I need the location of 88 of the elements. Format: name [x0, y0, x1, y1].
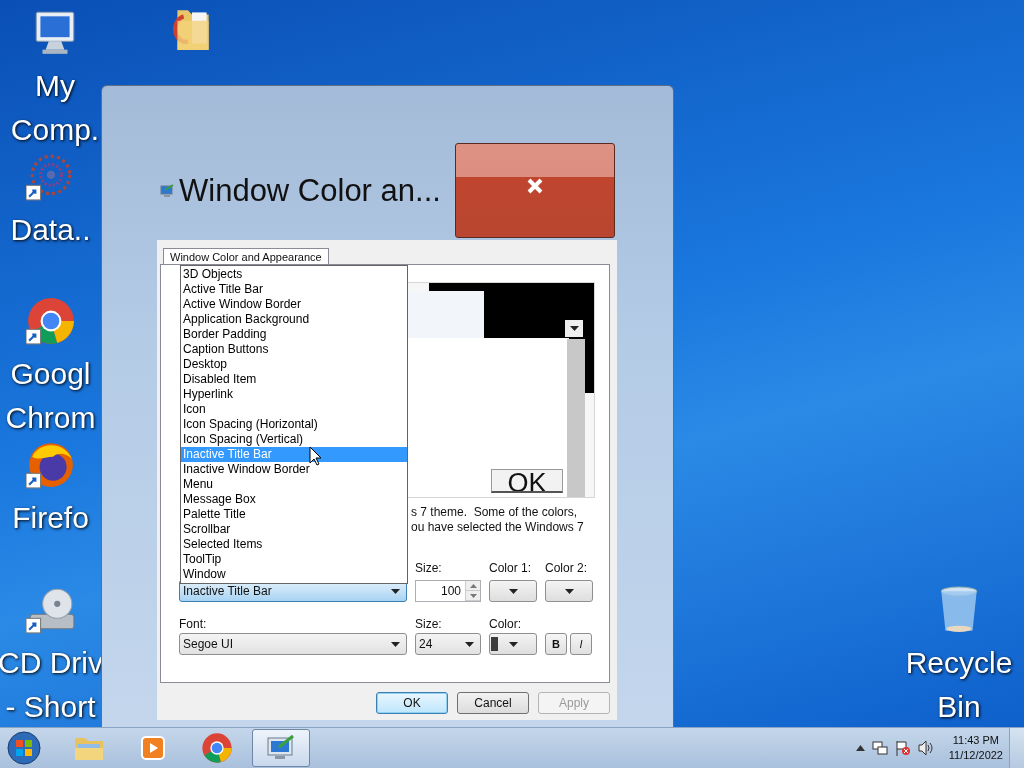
caret-icon: [391, 641, 400, 647]
dialog-button[interactable]: OK: [376, 692, 448, 714]
clock[interactable]: 11:43 PM 11/12/2022: [948, 733, 1003, 763]
dropdown-option[interactable]: 3D Objects: [181, 267, 407, 282]
dropdown-option[interactable]: Disabled Item: [181, 372, 407, 387]
font-dropdown[interactable]: Segoe UI: [179, 633, 407, 655]
dropdown-option[interactable]: Menu: [181, 477, 407, 492]
field-label: Color:: [489, 617, 522, 631]
field-label: Font:: [179, 617, 208, 631]
recycle-bin-icon: [940, 586, 978, 632]
bold-button[interactable]: B: [545, 633, 567, 655]
shortcut-arrow-icon: [25, 184, 41, 201]
network-icon[interactable]: [871, 740, 888, 756]
firefox-icon: [28, 443, 73, 487]
chrome-icon: [27, 298, 74, 344]
desktop-icon-label: Bin: [937, 689, 981, 725]
color-picker-button[interactable]: [489, 580, 537, 602]
start-button[interactable]: [6, 730, 42, 766]
shortcut-arrow-icon: [25, 617, 41, 634]
field-label: Color 2:: [545, 561, 589, 575]
desktop-icon-label: My: [35, 68, 75, 104]
dropdown-option[interactable]: Hyperlink: [181, 387, 407, 402]
chrome-icon: [201, 732, 233, 764]
field-label: Size:: [415, 561, 443, 575]
description-text: s 7 theme. Some of the colors, ou have selected the Windows 7: [411, 505, 585, 535]
desktop-icon-label: CD Driv: [0, 645, 103, 681]
desktop-icon-drawing[interactable]: [25, 440, 76, 490]
dropdown-option[interactable]: Active Window Border: [181, 297, 407, 312]
size-spinner[interactable]: 100: [415, 580, 481, 602]
dropdown-option[interactable]: Scrollbar: [181, 522, 407, 537]
media-player-icon: [139, 734, 167, 762]
speaker-icon[interactable]: [917, 740, 934, 756]
window-title: Window Color an...: [179, 172, 441, 209]
close-button[interactable]: [455, 143, 615, 238]
display-settings-icon: [265, 734, 297, 762]
dropdown-option[interactable]: Border Padding: [181, 327, 407, 342]
clock-time: 11:43 PM: [952, 733, 999, 748]
font-size-dropdown[interactable]: 24: [415, 633, 481, 655]
caret-icon: [508, 588, 518, 594]
desktop-icon-label: - Short: [5, 689, 96, 725]
shortcut-arrow-icon: [25, 328, 41, 345]
start-orb-icon: [7, 731, 41, 765]
flag-icon[interactable]: [894, 740, 911, 756]
desktop-icon-label: Googl: [10, 356, 91, 392]
desktop-icon-label: Chrom: [5, 400, 96, 436]
caret-icon: [391, 588, 400, 594]
caret-icon: [465, 641, 474, 647]
caret-icon: [569, 326, 579, 331]
desktop-icon-drawing[interactable]: [25, 296, 76, 346]
tab[interactable]: Window Color and Appearance: [163, 248, 329, 264]
desktop-icon-label: Data..: [10, 212, 91, 248]
display-settings-icon: [160, 183, 174, 198]
dropdown-option[interactable]: Window: [181, 567, 407, 582]
dropdown-option[interactable]: Selected Items: [181, 537, 407, 552]
close-icon: [527, 178, 543, 194]
dropdown-option[interactable]: Palette Title: [181, 507, 407, 522]
up-arrow-icon: [469, 583, 477, 588]
cd-drive-icon: [29, 588, 74, 630]
dropdown-option[interactable]: Message Box: [181, 492, 407, 507]
dropdown-option[interactable]: Desktop: [181, 357, 407, 372]
field-label: Color 1:: [489, 561, 533, 575]
color-picker-button[interactable]: [489, 633, 537, 655]
dropdown-option[interactable]: ToolTip: [181, 552, 407, 567]
dropdown-option[interactable]: Caption Buttons: [181, 342, 407, 357]
dropdown-option[interactable]: Active Title Bar: [181, 282, 407, 297]
network-icon: [30, 154, 71, 196]
dropdown-option[interactable]: Icon Spacing (Horizontal): [181, 417, 407, 432]
dropdown-option[interactable]: Icon: [181, 402, 407, 417]
caret-icon: [508, 641, 518, 647]
dialog-button[interactable]: Cancel: [457, 692, 529, 714]
computer-icon: [35, 11, 75, 54]
dropdown-option[interactable]: Icon Spacing (Vertical): [181, 432, 407, 447]
dropdown-option[interactable]: Application Background: [181, 312, 407, 327]
desktop-icon-label: Firefo: [12, 500, 89, 536]
color-picker-button[interactable]: [545, 580, 593, 602]
caret-icon: [564, 588, 574, 594]
italic-button[interactable]: I: [570, 633, 592, 655]
taskbar-button[interactable]: [252, 729, 310, 767]
clock-date: 11/12/2022: [948, 748, 1003, 763]
down-arrow-icon: [469, 593, 477, 598]
show-hidden-icons-icon[interactable]: [855, 745, 865, 751]
dropdown-option[interactable]: Inactive Window Border: [181, 462, 407, 477]
folder-icon: [172, 10, 209, 50]
desktop-icon-label: Recycle: [905, 645, 1013, 681]
field-label: Size:: [415, 617, 443, 631]
shortcut-arrow-icon: [25, 472, 41, 489]
desktop-icon-label: Comp.: [10, 112, 100, 148]
mouse-pointer-icon: [309, 446, 322, 466]
